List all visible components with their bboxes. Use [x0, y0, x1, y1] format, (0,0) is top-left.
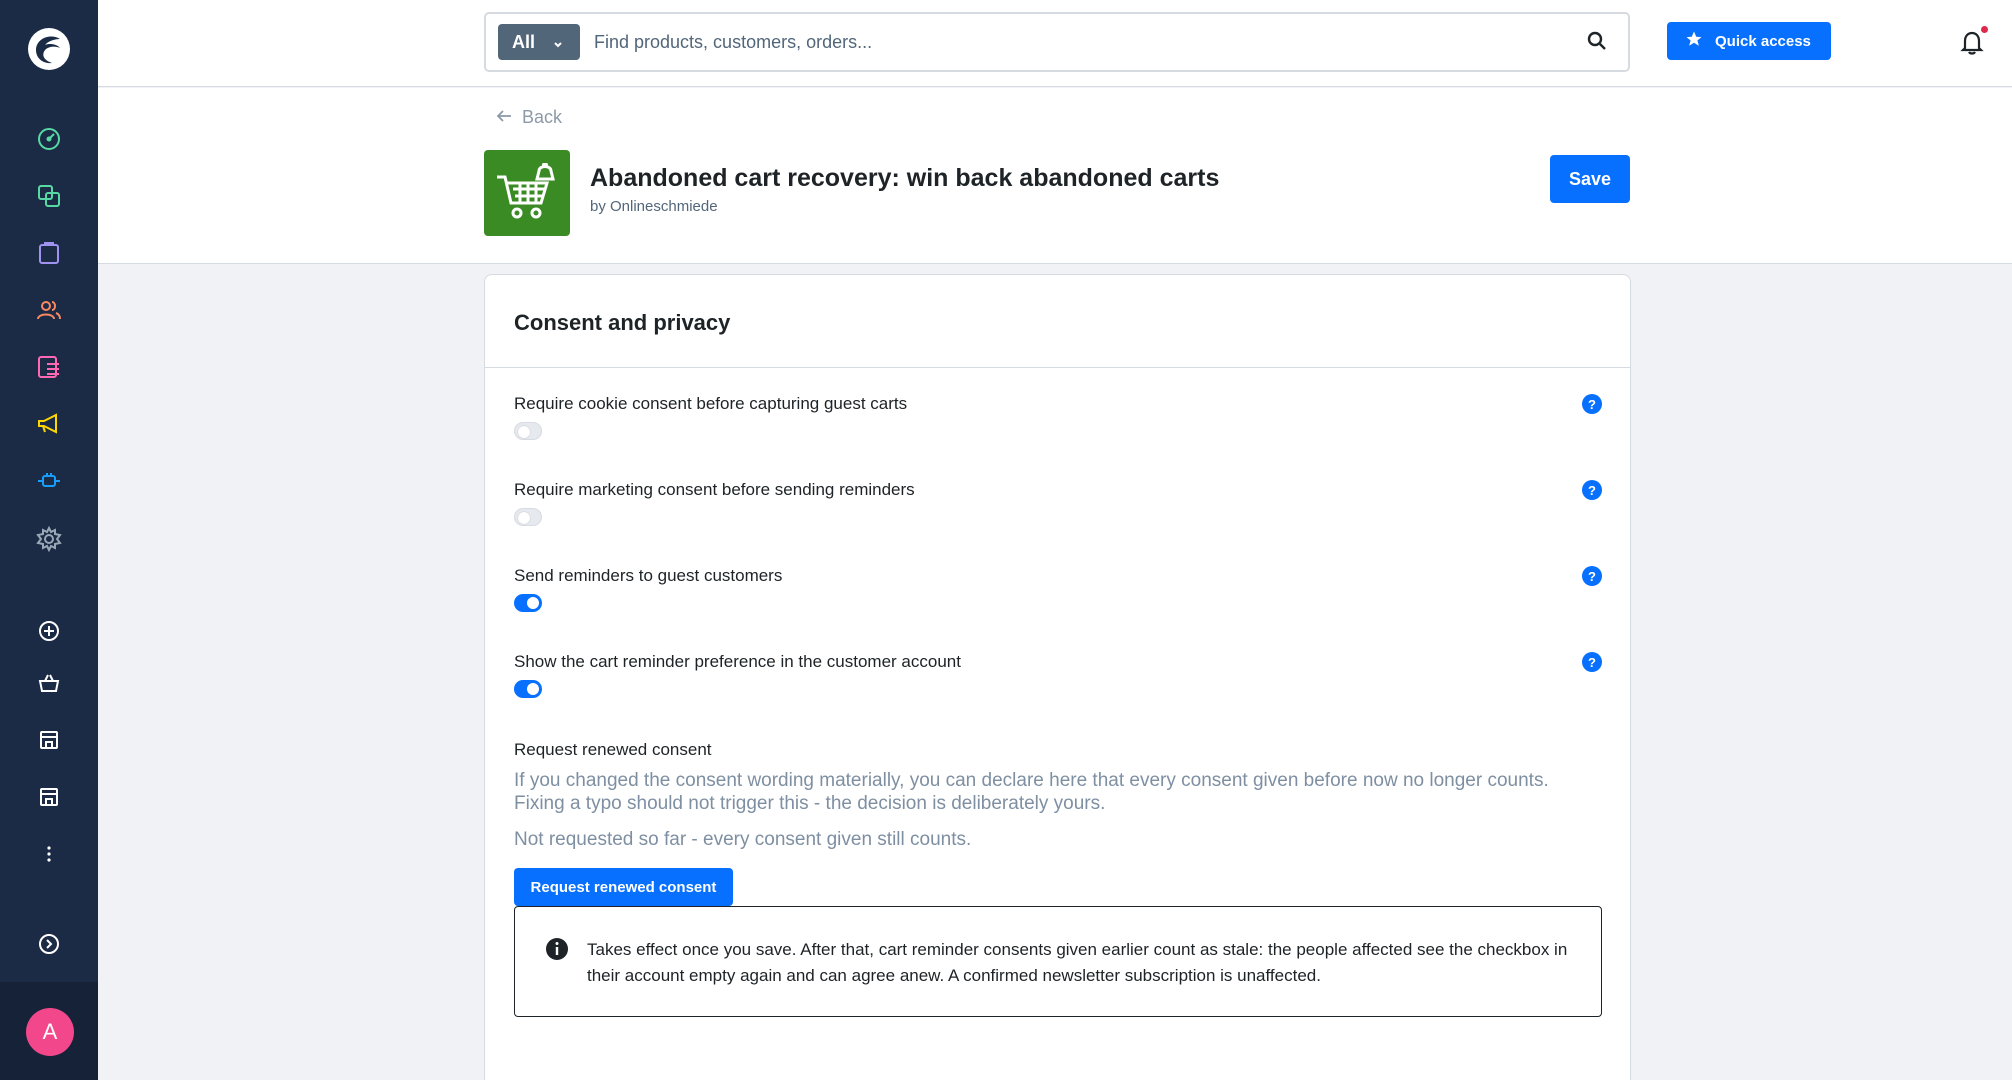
search-icon[interactable] [1586, 30, 1608, 57]
notification-dot [1981, 26, 1988, 33]
save-button[interactable]: Save [1550, 155, 1630, 203]
page-header: Back Abandoned cart recovery: win back a… [98, 88, 2012, 264]
orders-icon[interactable] [34, 238, 64, 268]
renew-status: Not requested so far - every consent giv… [514, 829, 972, 850]
back-label: Back [522, 107, 563, 127]
extensions-icon[interactable] [34, 466, 64, 496]
settings-icon[interactable] [34, 524, 64, 554]
plugin-logo [484, 150, 570, 236]
storefront-icon[interactable] [34, 668, 64, 698]
info-notice: Takes effect once you save. After that, … [514, 906, 1602, 1017]
info-icon [545, 937, 569, 966]
avatar[interactable]: A [26, 1008, 74, 1056]
global-search: All [484, 12, 1630, 72]
avatar-initial: A [42, 1019, 58, 1044]
search-input[interactable] [594, 24, 1554, 60]
toggle-switch[interactable] [514, 422, 542, 440]
setting-label: Require cookie consent before capturing … [514, 394, 908, 413]
back-link[interactable]: Back [496, 107, 562, 128]
customers-icon[interactable] [34, 295, 64, 325]
catalogue-icon[interactable] [34, 181, 64, 211]
setting-account-preference: Show the cart reminder preference in the… [514, 652, 1602, 698]
notice-text: Takes effect once you save. After that, … [587, 940, 1568, 985]
dashboard-icon[interactable] [34, 124, 64, 154]
toggle-switch[interactable] [514, 680, 542, 698]
search-type-select[interactable]: All [498, 24, 580, 60]
toggle-knob [518, 426, 530, 438]
plugin-author: by Onlineschmiede [590, 198, 718, 215]
toggle-knob [527, 597, 539, 609]
sales-channel-icon[interactable] [34, 782, 64, 812]
star-icon [1685, 30, 1703, 52]
sidebar-footer: A [0, 982, 98, 1080]
search-type-label: All [512, 31, 536, 52]
marketing-icon[interactable] [34, 409, 64, 439]
setting-cookie-consent: Require cookie consent before capturing … [514, 394, 1602, 440]
arrow-left-icon [496, 107, 512, 128]
setting-label: Require marketing consent before sending… [514, 480, 915, 499]
notifications-bell-icon[interactable] [1958, 26, 1988, 61]
toggle-switch[interactable] [514, 594, 542, 612]
card-title: Consent and privacy [514, 310, 731, 335]
add-sales-channel-icon[interactable] [34, 616, 64, 646]
help-icon[interactable]: ? [1582, 566, 1602, 586]
setting-label: Show the cart reminder preference in the… [514, 652, 961, 671]
toggle-switch[interactable] [514, 508, 542, 526]
content-icon[interactable] [34, 352, 64, 382]
toggle-knob [518, 512, 530, 524]
quick-access-button[interactable]: Quick access [1667, 22, 1831, 60]
card-divider [485, 367, 1630, 368]
help-icon[interactable]: ? [1582, 480, 1602, 500]
consent-privacy-card: Consent and privacy Require cookie conse… [484, 274, 1631, 1080]
expand-icon[interactable] [34, 929, 64, 959]
toggle-knob [527, 683, 539, 695]
chevron-down-icon [552, 35, 564, 56]
sales-channel-icon[interactable] [34, 725, 64, 755]
sidebar: A [0, 0, 98, 1080]
request-renewed-consent-button[interactable]: Request renewed consent [514, 868, 733, 906]
setting-label: Send reminders to guest customers [514, 566, 783, 585]
renew-consent-section: Request renewed consent If you changed t… [514, 740, 1602, 851]
help-icon[interactable]: ? [1582, 652, 1602, 672]
top-bar: All Quick access [98, 0, 2012, 87]
quick-access-label: Quick access [1715, 32, 1811, 50]
shopware-logo[interactable] [27, 27, 71, 71]
renew-label: Request renewed consent [514, 740, 712, 759]
renew-description: If you changed the consent wording mater… [514, 770, 1549, 814]
help-icon[interactable]: ? [1582, 394, 1602, 414]
setting-marketing-consent: Require marketing consent before sending… [514, 480, 1602, 526]
setting-guest-reminders: Send reminders to guest customers ? [514, 566, 1602, 612]
page-title: Abandoned cart recovery: win back abando… [590, 164, 1220, 192]
more-icon[interactable] [34, 839, 64, 869]
